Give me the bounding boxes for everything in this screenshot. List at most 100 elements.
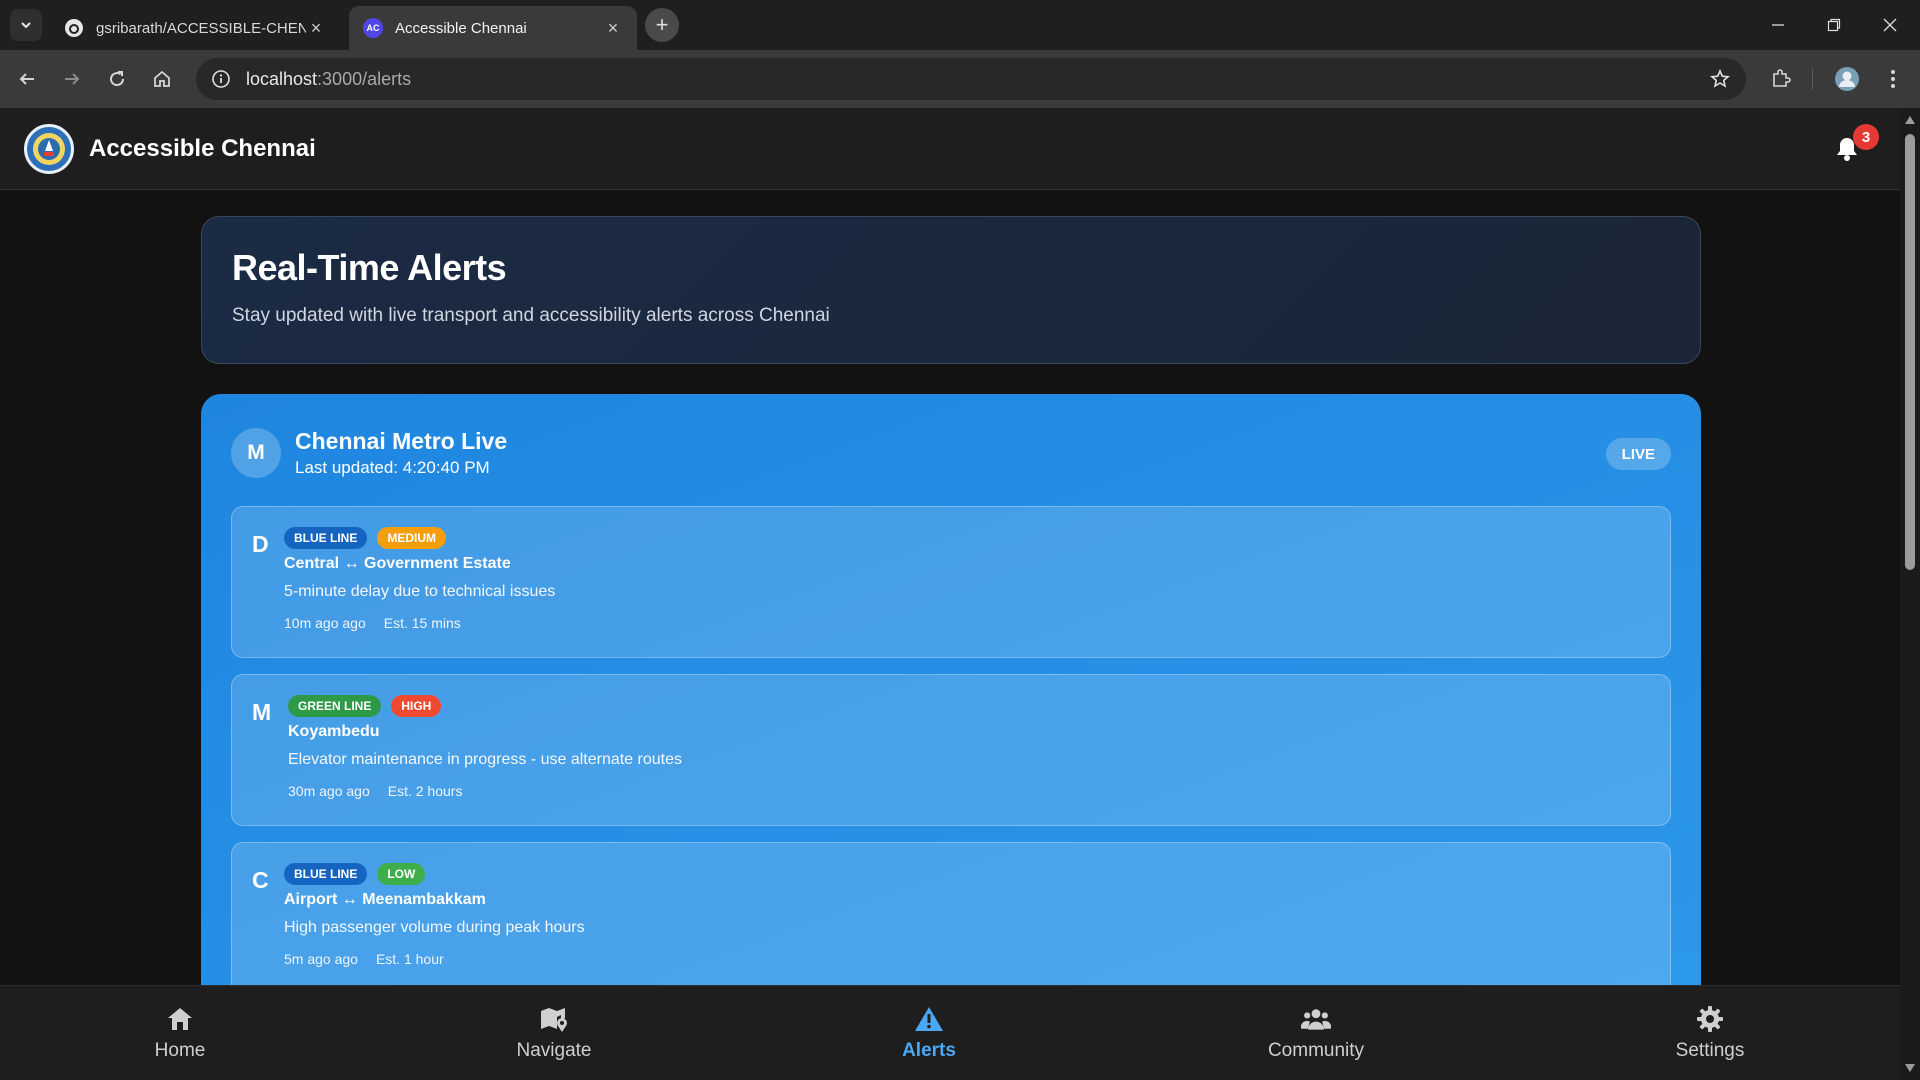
app-header: Accessible Chennai 3 (0, 108, 1900, 190)
nav-label: Community (1267, 1040, 1365, 1061)
forward-button[interactable] (55, 62, 89, 96)
close-tab-icon[interactable]: × (306, 18, 326, 38)
close-icon (1883, 18, 1897, 32)
home-icon (165, 1004, 195, 1034)
browser-tab-strip: gsribarath/ACCESSIBLE-CHENNAI × AC Acces… (0, 0, 1920, 50)
url-host: localhost (246, 68, 318, 89)
alert-description: 5-minute delay due to technical issues (284, 583, 556, 600)
more-vertical-icon (1891, 70, 1895, 88)
alert-meta: 10m ago ago Est. 15 mins (284, 615, 555, 631)
puzzle-icon (1773, 69, 1791, 87)
nav-label: Home (154, 1040, 206, 1061)
last-updated-text: Last updated: 4:20:40 PM (295, 458, 490, 477)
alert-body: GREEN LINE HIGH Koyambedu Elevator maint… (288, 695, 682, 799)
browser-tab-github[interactable]: gsribarath/ACCESSIBLE-CHENNAI × (50, 6, 340, 50)
url-path: :3000/alerts (317, 68, 412, 89)
alert-body: BLUE LINE LOW Airport ↔ Meenambakkam Hig… (284, 863, 585, 967)
alert-estimate: Est. 1 hour (375, 951, 444, 967)
scrollbar-thumb[interactable] (1905, 134, 1915, 570)
alert-time: 10m ago ago (284, 615, 366, 631)
restore-button[interactable] (1806, 0, 1862, 50)
alert-item[interactable]: D BLUE LINE MEDIUM Central ↔ Government … (231, 506, 1671, 658)
tab-title: Accessible Chennai (395, 19, 527, 37)
nav-label: Alerts (902, 1040, 956, 1061)
app-brand-title[interactable]: Accessible Chennai (89, 135, 316, 163)
severity-badge: MEDIUM (377, 527, 447, 549)
warning-icon (914, 1004, 944, 1034)
metro-card-title: Chennai Metro Live (295, 428, 508, 454)
app-logo[interactable] (24, 124, 74, 174)
bookmark-star-icon[interactable] (1708, 67, 1732, 91)
tab-title: gsribarath/ACCESSIBLE-CHENNAI (96, 19, 306, 37)
severity-badge: LOW (377, 863, 426, 885)
bottom-navigation: Home Navigate Alerts Community Settings (0, 985, 1900, 1080)
alert-time: 5m ago ago (284, 951, 358, 967)
restore-icon (1827, 18, 1841, 32)
nav-item-alerts[interactable]: Alerts (849, 1004, 1009, 1062)
close-tab-icon[interactable]: × (603, 18, 623, 38)
tab-search-button[interactable] (10, 9, 42, 41)
reload-icon (110, 71, 125, 87)
alerts-hero-card: Real-Time Alerts Stay updated with live … (201, 216, 1701, 364)
home-outline-icon (154, 70, 170, 87)
alert-badges: BLUE LINE MEDIUM (284, 527, 555, 549)
logo-emblem-icon (33, 133, 65, 165)
profile-avatar[interactable] (1830, 62, 1864, 96)
back-button[interactable] (10, 62, 44, 96)
alert-item[interactable]: C BLUE LINE LOW Airport ↔ Meenambakkam H… (231, 842, 1671, 994)
alert-item[interactable]: M GREEN LINE HIGH Koyambedu Elevator mai… (231, 674, 1671, 826)
nav-label: Navigate (516, 1040, 592, 1061)
browser-menu-button[interactable] (1876, 62, 1910, 96)
alert-route: Koyambedu (288, 723, 380, 740)
nav-item-community[interactable]: Community (1236, 1004, 1396, 1062)
nav-item-settings[interactable]: Settings (1630, 1004, 1790, 1062)
arrow-left-icon (19, 73, 34, 85)
reload-button[interactable] (100, 62, 134, 96)
line-badge: BLUE LINE (284, 527, 368, 549)
url-text: localhost:3000/alerts (246, 69, 411, 90)
nav-label: Settings (1675, 1040, 1745, 1061)
app-viewport: Accessible Chennai 3 Real-Time Alerts St… (0, 108, 1900, 1080)
alert-meta: 30m ago ago Est. 2 hours (288, 783, 682, 799)
nav-item-navigate[interactable]: Navigate (474, 1004, 634, 1062)
github-icon (64, 18, 84, 38)
home-button[interactable] (145, 62, 179, 96)
metro-card-header: M Chennai Metro Live Last updated: 4:20:… (231, 428, 1671, 480)
alert-time: 30m ago ago (288, 783, 370, 799)
new-tab-button[interactable]: + (645, 8, 679, 42)
extensions-button[interactable] (1764, 62, 1798, 96)
alert-description: Elevator maintenance in progress - use a… (288, 751, 682, 768)
alert-line-letter: M (252, 699, 272, 725)
notification-count-badge: 3 (1853, 124, 1879, 150)
app-favicon-icon: AC (363, 18, 383, 38)
severity-badge: HIGH (391, 695, 442, 717)
alert-meta: 5m ago ago Est. 1 hour (284, 951, 585, 967)
nav-item-home[interactable]: Home (100, 1004, 260, 1062)
line-badge: GREEN LINE (288, 695, 382, 717)
alert-estimate: Est. 2 hours (387, 783, 463, 799)
line-badge: BLUE LINE (284, 863, 368, 885)
profile-icon (1835, 67, 1859, 91)
chevron-down-icon (21, 22, 31, 29)
alert-route: Airport ↔ Meenambakkam (284, 891, 486, 908)
alert-badges: GREEN LINE HIGH (288, 695, 682, 717)
close-window-button[interactable] (1862, 0, 1918, 50)
toolbar-divider (1812, 68, 1813, 90)
address-bar[interactable]: localhost:3000/alerts (196, 58, 1746, 100)
metro-live-card: M Chennai Metro Live Last updated: 4:20:… (201, 394, 1701, 1080)
site-info-icon[interactable] (208, 66, 234, 92)
scroll-down-arrow-icon[interactable] (1904, 1062, 1916, 1074)
page-subtitle: Stay updated with live transport and acc… (232, 305, 830, 326)
alert-route: Central ↔ Government Estate (284, 555, 511, 572)
users-icon (1301, 1004, 1331, 1034)
alert-line-letter: C (252, 867, 269, 893)
browser-tab-accessible-chennai[interactable]: AC Accessible Chennai × (349, 6, 637, 50)
minimize-button[interactable] (1750, 0, 1806, 50)
metro-avatar: M (231, 428, 281, 478)
scroll-up-arrow-icon[interactable] (1904, 114, 1916, 126)
live-badge: LIVE (1605, 438, 1671, 470)
map-icon (539, 1004, 569, 1034)
page-scrollbar[interactable] (1900, 108, 1920, 1080)
minimize-icon (1772, 24, 1784, 26)
arrow-right-icon (65, 73, 80, 85)
